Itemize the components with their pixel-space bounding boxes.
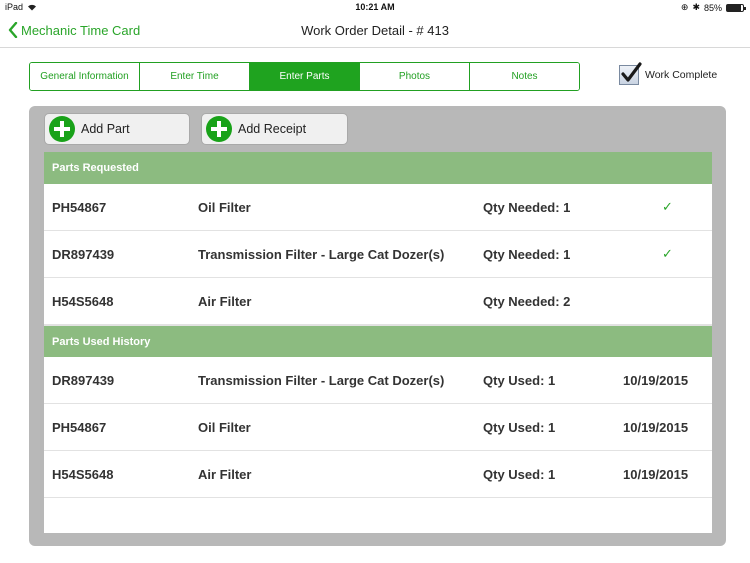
part-quantity: Qty Needed: 1	[483, 199, 571, 215]
add-part-button[interactable]: Add Part	[44, 113, 190, 145]
section-header-parts-requested: Parts Requested	[44, 152, 712, 184]
part-number: DR897439	[52, 372, 115, 388]
part-description: Transmission Filter - Large Cat Dozer(s)	[198, 372, 445, 388]
list-item[interactable]: DR897439 Transmission Filter - Large Cat…	[44, 357, 712, 404]
used-date: 10/19/2015	[623, 466, 689, 482]
part-number: PH54867	[52, 419, 107, 435]
part-description: Air Filter	[198, 466, 252, 482]
list-item[interactable]: H54S5648 Air Filter Qty Used: 1 10/19/20…	[44, 451, 712, 498]
checkmark-icon	[621, 62, 642, 82]
part-number: H54S5648	[52, 293, 114, 309]
used-date: 10/19/2015	[623, 372, 689, 388]
list-item[interactable]: PH54867 Oil Filter Qty Used: 1 10/19/201…	[44, 404, 712, 451]
tab-general-information[interactable]: General Information	[30, 63, 140, 90]
part-description: Oil Filter	[198, 419, 251, 435]
work-complete-label: Work Complete	[645, 69, 718, 81]
status-time: 10:21 AM	[355, 2, 395, 12]
back-label: Mechanic Time Card	[21, 22, 141, 38]
part-quantity: Qty Needed: 1	[483, 246, 571, 262]
add-receipt-button[interactable]: Add Receipt	[201, 113, 348, 145]
parts-list[interactable]: Parts Requested PH54867 Oil Filter Qty N…	[44, 152, 712, 533]
tab-bar: General Information Enter Time Enter Par…	[29, 62, 580, 91]
add-part-label: Add Part	[81, 122, 130, 136]
list-item[interactable]: PH54867 Oil Filter Qty Needed: 1 ✓	[44, 184, 712, 231]
add-receipt-label: Add Receipt	[238, 122, 307, 136]
tab-enter-time[interactable]: Enter Time	[140, 63, 250, 90]
list-item[interactable]: DR897439 Transmission Filter - Large Cat…	[44, 231, 712, 278]
part-description: Air Filter	[198, 293, 252, 309]
plus-icon	[206, 116, 232, 142]
part-number: DR897439	[52, 246, 115, 262]
part-number: PH54867	[52, 199, 107, 215]
part-quantity: Qty Used: 1	[483, 419, 556, 435]
section-header-parts-used-history: Parts Used History	[44, 325, 712, 357]
check-icon: ✓	[662, 199, 673, 214]
parts-panel: Add Part Add Receipt Parts Requested PH5…	[29, 106, 726, 546]
tab-notes[interactable]: Notes	[470, 63, 579, 90]
battery-icon	[726, 3, 746, 12]
used-date: 10/19/2015	[623, 419, 689, 435]
part-description: Transmission Filter - Large Cat Dozer(s)	[198, 246, 445, 262]
battery-percent: 85%	[703, 2, 722, 13]
bluetooth-icon: ✱	[692, 2, 700, 12]
tab-enter-parts[interactable]: Enter Parts	[250, 63, 360, 90]
part-quantity: Qty Used: 1	[483, 372, 556, 388]
part-quantity: Qty Needed: 2	[483, 293, 571, 309]
check-icon: ✓	[662, 246, 673, 261]
plus-icon	[49, 116, 75, 142]
chevron-left-icon	[8, 22, 18, 38]
part-description: Oil Filter	[198, 199, 251, 215]
navigation-bar: Mechanic Time Card Work Order Detail - #…	[0, 14, 750, 48]
part-number: H54S5648	[52, 466, 114, 482]
status-bar: iPad 10:21 AM ⊕ ✱ 85%	[0, 0, 750, 14]
back-button[interactable]: Mechanic Time Card	[8, 22, 140, 38]
part-quantity: Qty Used: 1	[483, 466, 556, 482]
work-complete-checkbox[interactable]	[619, 62, 642, 85]
list-item[interactable]: H54S5648 Air Filter Qty Needed: 2	[44, 278, 712, 325]
location-icon: ⊕	[680, 2, 689, 12]
work-complete-toggle[interactable]: Work Complete	[619, 62, 718, 85]
tab-photos[interactable]: Photos	[360, 63, 470, 90]
